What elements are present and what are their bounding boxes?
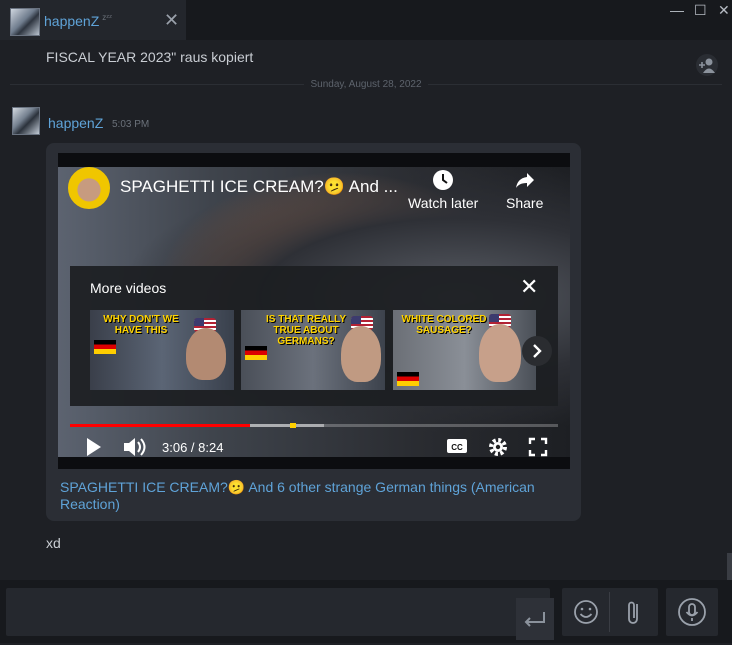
share-button[interactable]: Share <box>506 169 543 211</box>
youtube-player[interactable]: SPAGHETTI ICE CREAM?🫤 And ... Watch late… <box>58 153 570 469</box>
share-label: Share <box>506 195 544 211</box>
minimize-button[interactable]: — <box>670 2 684 18</box>
close-window-button[interactable]: ✕ <box>718 2 730 19</box>
watch-later-label: Watch later <box>408 195 479 211</box>
message-timestamp: 5:03 PM <box>112 119 150 130</box>
tool-divider <box>609 592 610 632</box>
tab-title: happenZ zᶻᶻ <box>44 13 113 29</box>
title-bar: happenZ zᶻᶻ ✕ — ☐ ✕ <box>0 0 732 42</box>
suggested-video-thumbnail[interactable]: IS THAT REALLY TRUE ABOUT GERMANS? <box>241 310 385 390</box>
reactor-face <box>479 324 521 382</box>
smiley-icon <box>574 600 598 624</box>
time-readout: 3:06 / 8:24 <box>162 440 224 455</box>
chat-tab[interactable]: happenZ zᶻᶻ ✕ <box>0 0 186 42</box>
voice-tools <box>666 588 718 636</box>
more-videos-panel: More videos ✕ WHY DON'T WE HAVE THIS IS … <box>70 266 558 406</box>
chat-log: FISCAL YEAR 2023" raus kopiert Sunday, A… <box>0 40 732 583</box>
chevron-right-icon <box>533 344 542 358</box>
reactor-face <box>341 326 381 382</box>
german-flag-icon <box>397 372 419 386</box>
video-embed: SPAGHETTI ICE CREAM?🫤 And ... Watch late… <box>46 143 581 521</box>
close-more-videos-button[interactable]: ✕ <box>520 274 538 300</box>
reactor-face <box>186 328 226 380</box>
play-button[interactable] <box>84 435 104 464</box>
next-videos-button[interactable] <box>522 336 552 366</box>
add-user-icon <box>699 58 715 73</box>
thumbnail-caption: WHITE COLORED SAUSAGE? <box>401 314 487 336</box>
emoticon-button[interactable] <box>566 592 606 632</box>
suggested-video-thumbnail[interactable]: WHY DON'T WE HAVE THIS <box>90 310 234 390</box>
add-friend-to-chat-button[interactable] <box>696 54 718 76</box>
video-link[interactable]: SPAGHETTI ICE CREAM?🫤 And 6 other strang… <box>60 479 560 513</box>
date-separator: Sunday, August 28, 2022 <box>0 79 732 90</box>
clock-icon <box>433 170 454 190</box>
microphone-icon <box>678 598 706 626</box>
video-title[interactable]: SPAGHETTI ICE CREAM?🫤 And ... <box>120 177 398 197</box>
scrollbar-thumb[interactable] <box>727 553 732 583</box>
german-flag-icon <box>245 346 267 360</box>
captions-button[interactable]: CC <box>446 438 468 459</box>
message-author[interactable]: happenZ <box>48 115 103 131</box>
paperclip-icon <box>628 601 638 624</box>
cc-icon: CC <box>447 439 467 453</box>
composer-tools <box>562 588 658 636</box>
video-progress-bar[interactable] <box>70 423 558 428</box>
tab-avatar <box>10 8 40 36</box>
settings-button[interactable] <box>488 437 508 462</box>
share-arrow-icon <box>515 173 534 188</box>
play-icon <box>87 438 101 456</box>
maximize-button[interactable]: ☐ <box>694 2 707 19</box>
german-flag-icon <box>94 340 116 354</box>
enter-arrow-icon <box>524 612 545 627</box>
send-button[interactable] <box>516 598 554 640</box>
fullscreen-icon <box>528 437 548 457</box>
svg-text:CC: CC <box>451 443 463 452</box>
played-bar <box>70 424 251 427</box>
message-text: xd <box>46 535 61 551</box>
more-videos-title: More videos <box>90 280 167 296</box>
buffered-bar <box>250 424 324 427</box>
watch-later-button[interactable]: Watch later <box>408 169 478 211</box>
volume-icon <box>124 438 146 456</box>
message-composer <box>0 580 732 643</box>
channel-avatar[interactable] <box>68 167 110 209</box>
close-tab-button[interactable]: ✕ <box>164 10 179 31</box>
suggested-video-thumbnail[interactable]: WHITE COLORED SAUSAGE? <box>393 310 536 390</box>
gear-icon <box>489 438 507 456</box>
thumbnail-caption: IS THAT REALLY TRUE ABOUT GERMANS? <box>265 314 346 347</box>
away-status-icon: zᶻᶻ <box>102 13 113 23</box>
author-avatar[interactable] <box>12 107 40 135</box>
message-input[interactable] <box>6 588 554 640</box>
previous-message-text: FISCAL YEAR 2023" raus kopiert <box>46 49 254 65</box>
mute-button[interactable] <box>122 435 148 464</box>
fullscreen-button[interactable] <box>528 437 548 462</box>
chapter-marker <box>290 423 296 428</box>
attach-file-button[interactable] <box>614 592 654 632</box>
thumbnail-caption: WHY DON'T WE HAVE THIS <box>103 314 179 336</box>
voice-chat-button[interactable] <box>672 592 712 632</box>
